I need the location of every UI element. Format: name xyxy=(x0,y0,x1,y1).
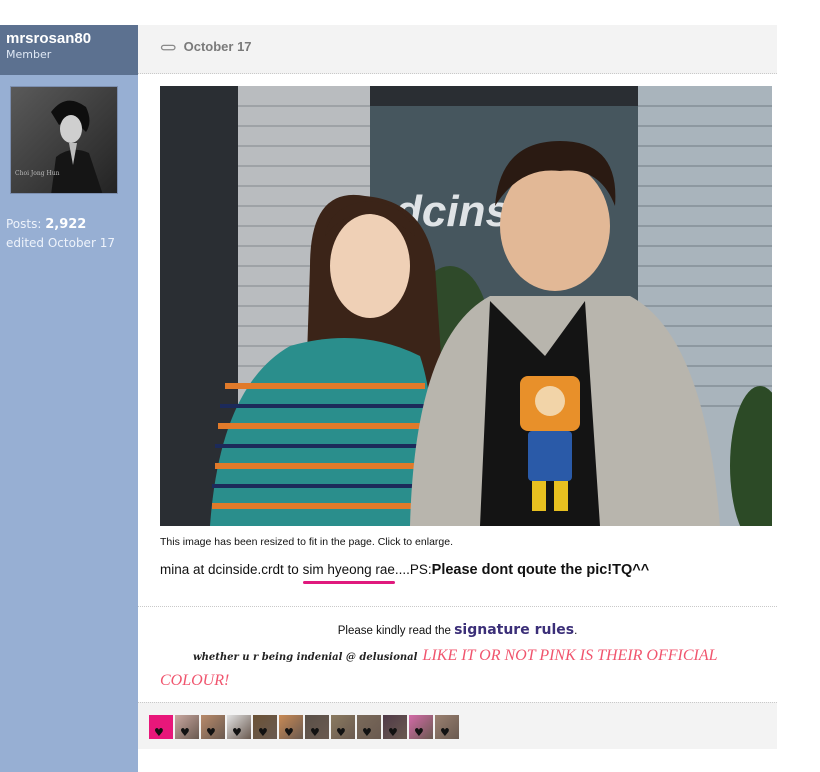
user-stats: Posts: 2,922 edited October 17 xyxy=(6,215,115,253)
signature-line: Please kindly read the signature rules. xyxy=(138,622,777,638)
signature-divider xyxy=(138,606,777,607)
signature-member-icon: ♥ xyxy=(357,715,381,739)
signature-member-icon: ♥ xyxy=(435,715,459,739)
user-role: Member xyxy=(6,48,52,61)
heart-icon: ♥ xyxy=(388,726,398,739)
heart-icon: ♥ xyxy=(154,726,164,739)
signature-member-icon: ♥ xyxy=(331,715,355,739)
signature-icons: ♥ ♥ ♥ ♥ ♥ ♥ ♥ ♥ ♥ ♥ ♥ ♥ xyxy=(138,702,777,749)
post-date[interactable]: October 17 xyxy=(184,39,252,54)
user-panel: mrsrosan80 Member Choi Jong Hun Posts: 2… xyxy=(0,25,138,772)
heart-icon: ♥ xyxy=(414,726,424,739)
caption-mid: ....PS: xyxy=(394,562,432,577)
signature-small-text: whether u r being indenial @ delusional xyxy=(193,652,418,663)
signature-member-icon: ♥ xyxy=(253,715,277,739)
signature-message: whether u r being indenial @ delusional … xyxy=(160,644,770,692)
caption-pre: mina at dcinside.crdt to xyxy=(160,562,303,577)
username-link[interactable]: mrsrosan80 xyxy=(6,30,132,47)
caption-name: sim hyeong rae xyxy=(302,562,395,577)
avatar-caption: Choi Jong Hun xyxy=(15,170,60,177)
signature-member-icon: ♥ xyxy=(201,715,225,739)
user-header: mrsrosan80 Member xyxy=(0,25,138,75)
posts-count: 2,922 xyxy=(45,217,87,232)
heart-icon: ♥ xyxy=(258,726,268,739)
permalink-icon[interactable]: ⊂⊃ xyxy=(160,41,180,54)
post-header: ⊂⊃ October 17 xyxy=(138,25,777,74)
post-caption: mina at dcinside.crdt to sim hyeong rae.… xyxy=(160,562,649,578)
signature-member-icon: ♥ xyxy=(305,715,329,739)
heart-icon: ♥ xyxy=(284,726,294,739)
heart-icon: ♥ xyxy=(206,726,216,739)
heart-icon: ♥ xyxy=(232,726,242,739)
avatar[interactable]: Choi Jong Hun xyxy=(10,86,118,194)
caption-bold: Please dont qoute the pic!TQ^^ xyxy=(431,562,650,578)
heart-icon: ♥ xyxy=(180,726,190,739)
post-body: ⊂⊃ October 17 dcins This image has been … xyxy=(138,25,777,772)
signature-member-icon: ♥ xyxy=(279,715,303,739)
posts-label: Posts: xyxy=(6,217,46,231)
heart-icon: ♥ xyxy=(336,726,346,739)
resize-notice[interactable]: This image has been resized to fit in th… xyxy=(160,536,453,548)
signature-member-icon: ♥ xyxy=(175,715,199,739)
signature-member-icon: ♥ xyxy=(227,715,251,739)
signature-member-icon: ♥ xyxy=(409,715,433,739)
signature-pre: Please kindly read the xyxy=(337,625,455,637)
edited-text: edited October 17 xyxy=(6,236,115,250)
signature-rules-link[interactable]: signature rules xyxy=(454,622,574,638)
signature-post: . xyxy=(574,625,578,637)
heart-icon: ♥ xyxy=(362,726,372,739)
signature-member-icon: ♥ xyxy=(383,715,407,739)
signature-member-icon: ♥ xyxy=(149,715,173,739)
heart-icon: ♥ xyxy=(440,726,450,739)
post-photo[interactable]: dcins xyxy=(160,86,772,526)
heart-icon: ♥ xyxy=(310,726,320,739)
